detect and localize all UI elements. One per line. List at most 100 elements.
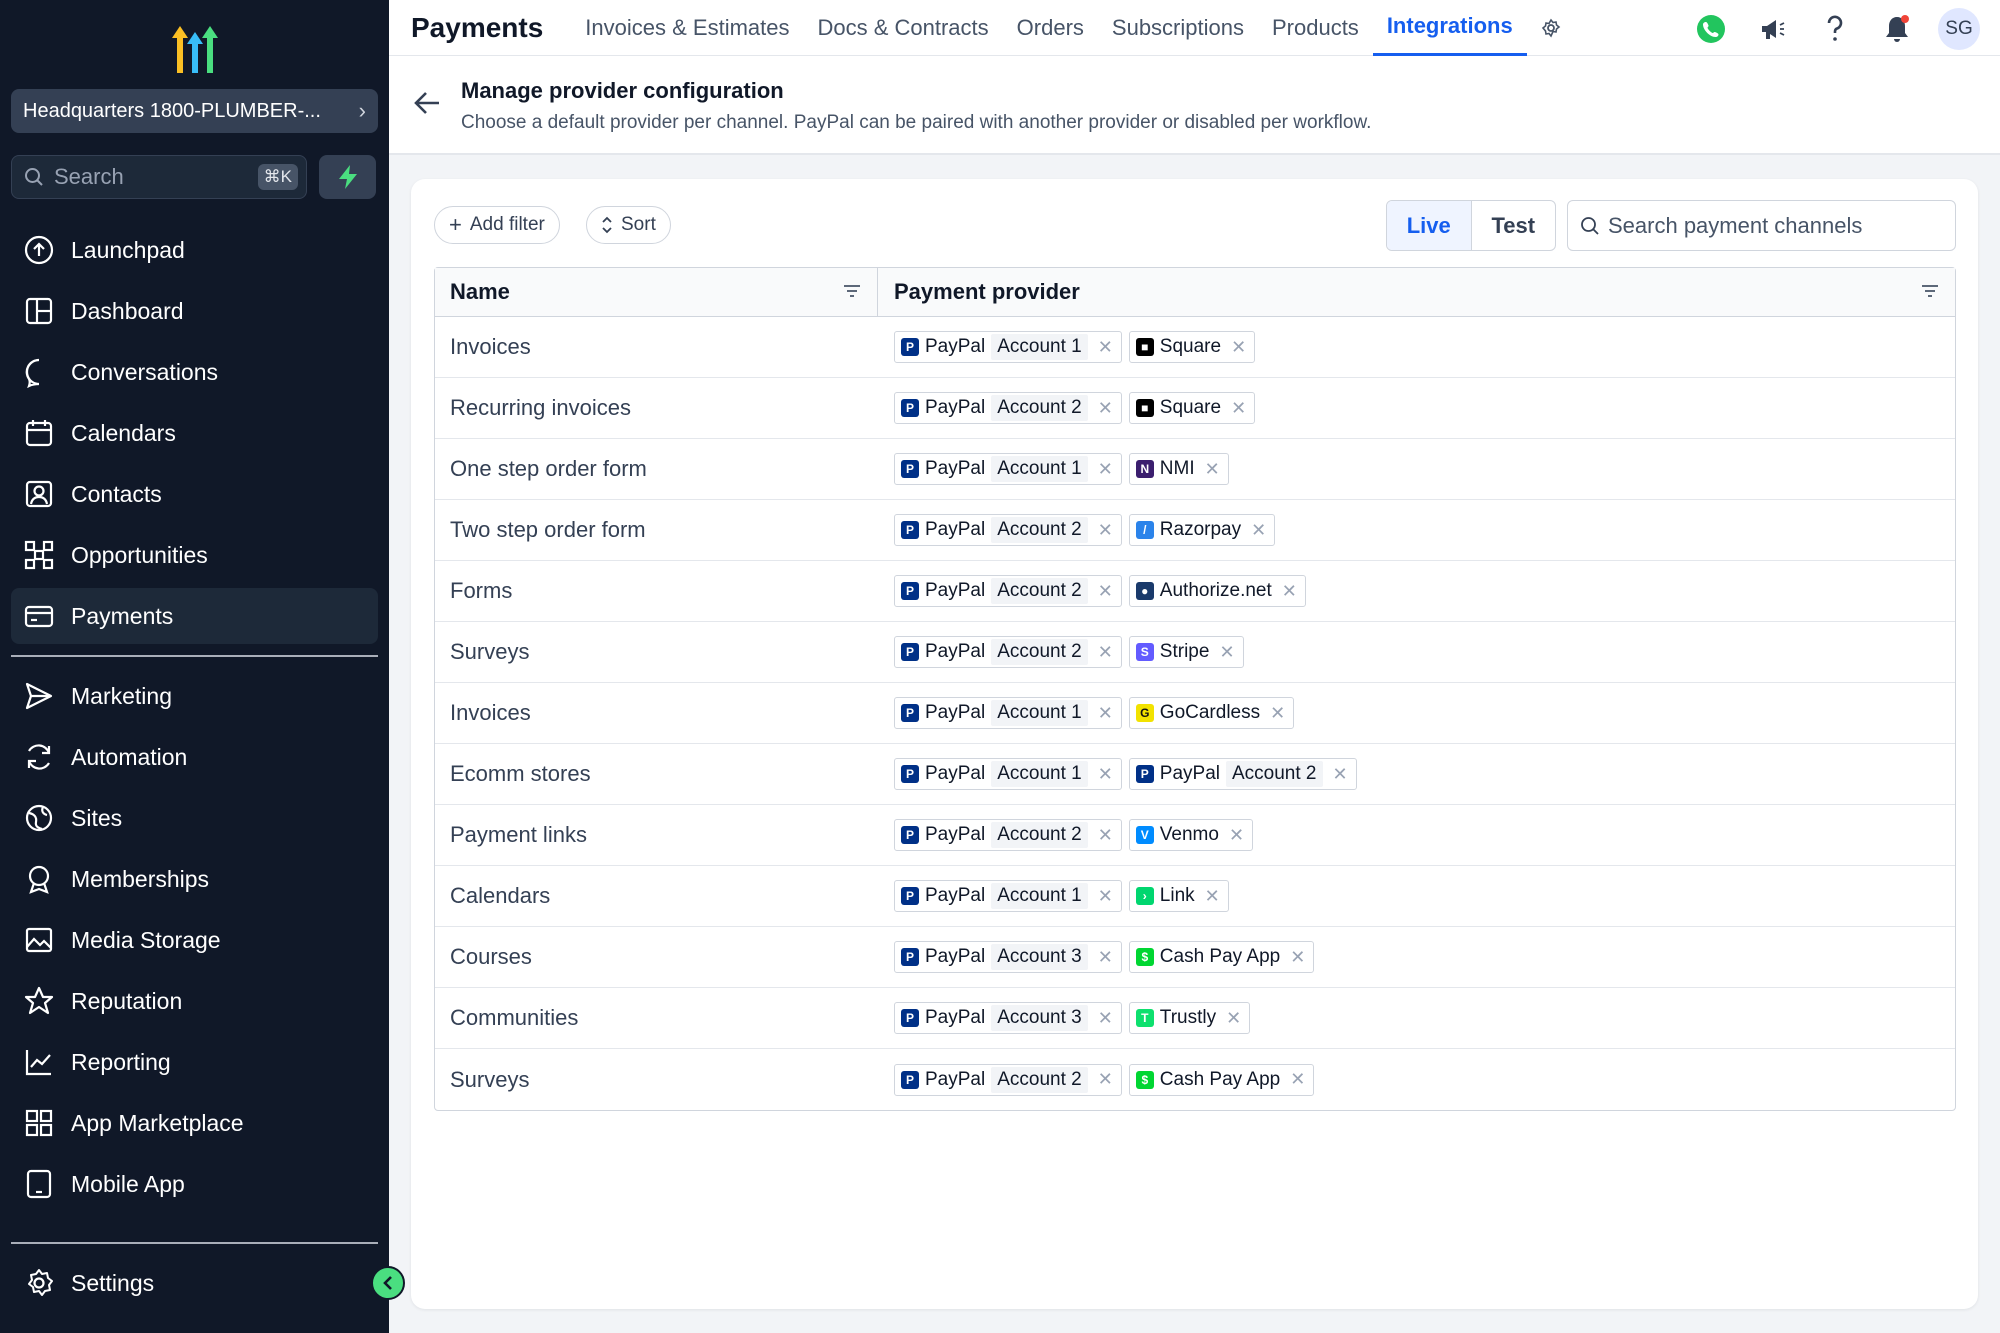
- provider-chip-secondary[interactable]: V Venmo ✕: [1128, 819, 1254, 851]
- notifications-button[interactable]: [1876, 8, 1918, 50]
- sidebar-search-input[interactable]: Search ⌘K: [11, 155, 307, 199]
- provider-name: PayPal: [925, 885, 986, 906]
- provider-chip-paypal[interactable]: P PayPal Account 2 ✕: [894, 575, 1122, 607]
- remove-icon[interactable]: ✕: [1231, 337, 1246, 358]
- remove-icon[interactable]: ✕: [1205, 459, 1220, 480]
- provider-chip-secondary[interactable]: $ Cash Pay App ✕: [1128, 1063, 1315, 1096]
- provider-chip-secondary[interactable]: G GoCardless ✕: [1128, 697, 1295, 729]
- sidebar-item-payments[interactable]: Payments: [11, 588, 378, 644]
- sidebar-item-mobile-app[interactable]: Mobile App: [11, 1156, 378, 1212]
- remove-icon[interactable]: ✕: [1282, 581, 1297, 602]
- remove-icon[interactable]: ✕: [1098, 520, 1113, 541]
- add-filter-button[interactable]: + Add filter: [434, 206, 560, 244]
- sidebar-item-media-storage[interactable]: Media Storage: [11, 912, 378, 968]
- sidebar-item-reporting[interactable]: Reporting: [11, 1034, 378, 1090]
- provider-chip-paypal[interactable]: P PayPal Account 3 ✕: [894, 941, 1122, 973]
- user-avatar[interactable]: SG: [1938, 8, 1980, 50]
- announcements-button[interactable]: [1752, 8, 1794, 50]
- provider-chip-paypal[interactable]: P PayPal Account 2 ✕: [894, 636, 1122, 668]
- sidebar-item-app-marketplace[interactable]: App Marketplace: [11, 1095, 378, 1151]
- remove-icon[interactable]: ✕: [1226, 1008, 1241, 1029]
- phone-button[interactable]: [1690, 8, 1732, 50]
- remove-icon[interactable]: ✕: [1290, 947, 1305, 968]
- tab-invoices-estimates[interactable]: Invoices & Estimates: [571, 0, 803, 56]
- app-logo-icon[interactable]: [168, 24, 222, 74]
- remove-icon[interactable]: ✕: [1098, 825, 1113, 846]
- column-filter-icon[interactable]: [843, 284, 861, 298]
- sidebar-item-sites[interactable]: Sites: [11, 790, 378, 846]
- tab-subscriptions[interactable]: Subscriptions: [1098, 0, 1258, 56]
- remove-icon[interactable]: ✕: [1270, 703, 1285, 724]
- sidebar-item-launchpad[interactable]: Launchpad: [11, 222, 378, 278]
- provider-chip-paypal[interactable]: P PayPal Account 1 ✕: [894, 331, 1122, 363]
- tab-docs-contracts[interactable]: Docs & Contracts: [803, 0, 1002, 56]
- remove-icon[interactable]: ✕: [1098, 947, 1113, 968]
- sidebar-item-marketing[interactable]: Marketing: [11, 668, 378, 724]
- remove-icon[interactable]: ✕: [1098, 1069, 1113, 1090]
- sidebar-item-contacts[interactable]: Contacts: [11, 466, 378, 522]
- remove-icon[interactable]: ✕: [1098, 337, 1113, 358]
- provider-chip-secondary[interactable]: ■ Square ✕: [1128, 331, 1256, 363]
- provider-chip-paypal[interactable]: P PayPal Account 3 ✕: [894, 1002, 1122, 1034]
- help-icon: [1827, 15, 1843, 41]
- remove-icon[interactable]: ✕: [1229, 825, 1244, 846]
- provider-chip-secondary[interactable]: $ Cash Pay App ✕: [1128, 941, 1315, 973]
- provider-chip-secondary[interactable]: ■ Square ✕: [1128, 392, 1256, 424]
- column-name-label: Name: [450, 279, 510, 304]
- quick-actions-button[interactable]: [319, 155, 376, 199]
- remove-icon[interactable]: ✕: [1098, 581, 1113, 602]
- sidebar-item-reputation[interactable]: Reputation: [11, 973, 378, 1029]
- launchpad-icon: [24, 235, 54, 265]
- remove-icon[interactable]: ✕: [1333, 764, 1348, 785]
- remove-icon[interactable]: ✕: [1098, 642, 1113, 663]
- provider-chip-paypal[interactable]: P PayPal Account 2 ✕: [894, 514, 1122, 546]
- provider-chip-secondary[interactable]: P PayPal Account 2 ✕: [1128, 758, 1357, 790]
- tab-settings[interactable]: [1527, 0, 1575, 56]
- sidebar-item-opportunities[interactable]: Opportunities: [11, 527, 378, 583]
- location-switcher[interactable]: Headquarters 1800-PLUMBER-... ›: [11, 89, 378, 133]
- remove-icon[interactable]: ✕: [1205, 886, 1220, 907]
- provider-chip-paypal[interactable]: P PayPal Account 1 ✕: [894, 880, 1122, 912]
- provider-chip-paypal[interactable]: P PayPal Account 2 ✕: [894, 819, 1122, 851]
- remove-icon[interactable]: ✕: [1098, 886, 1113, 907]
- tab-orders[interactable]: Orders: [1003, 0, 1098, 56]
- sidebar-item-settings[interactable]: Settings: [11, 1255, 378, 1311]
- mode-live-button[interactable]: Live: [1387, 201, 1472, 250]
- remove-icon[interactable]: ✕: [1098, 703, 1113, 724]
- sidebar-item-automation[interactable]: Automation: [11, 729, 378, 785]
- sidebar-item-memberships[interactable]: Memberships: [11, 851, 378, 907]
- provider-chip-secondary[interactable]: N NMI ✕: [1128, 453, 1229, 485]
- remove-icon[interactable]: ✕: [1290, 1069, 1305, 1090]
- sidebar-item-conversations[interactable]: Conversations: [11, 344, 378, 400]
- mode-test-button[interactable]: Test: [1472, 201, 1556, 250]
- provider-chip-secondary[interactable]: T Trustly ✕: [1128, 1002, 1251, 1034]
- remove-icon[interactable]: ✕: [1098, 764, 1113, 785]
- provider-chip-secondary[interactable]: S Stripe ✕: [1128, 636, 1244, 668]
- sort-button[interactable]: Sort: [586, 206, 671, 244]
- remove-icon[interactable]: ✕: [1098, 398, 1113, 419]
- sidebar-item-calendars[interactable]: Calendars: [11, 405, 378, 461]
- provider-chip-secondary[interactable]: ● Authorize.net ✕: [1128, 575, 1306, 607]
- provider-chip-paypal[interactable]: P PayPal Account 1 ✕: [894, 453, 1122, 485]
- column-filter-icon[interactable]: [1921, 284, 1939, 298]
- remove-icon[interactable]: ✕: [1231, 398, 1246, 419]
- provider-chip-paypal[interactable]: P PayPal Account 2 ✕: [894, 1063, 1122, 1096]
- collapse-sidebar-button[interactable]: [371, 1266, 405, 1300]
- provider-chip-secondary[interactable]: / Razorpay ✕: [1128, 514, 1276, 546]
- remove-icon[interactable]: ✕: [1251, 520, 1266, 541]
- search-icon: [1581, 216, 1599, 235]
- provider-chip-secondary[interactable]: › Link ✕: [1128, 880, 1229, 912]
- remove-icon[interactable]: ✕: [1098, 459, 1113, 480]
- provider-chip-paypal[interactable]: P PayPal Account 2 ✕: [894, 392, 1122, 424]
- tab-products[interactable]: Products: [1258, 0, 1373, 56]
- remove-icon[interactable]: ✕: [1098, 1008, 1113, 1029]
- remove-icon[interactable]: ✕: [1219, 642, 1234, 663]
- sidebar-item-dashboard[interactable]: Dashboard: [11, 283, 378, 339]
- provider-chip-paypal[interactable]: P PayPal Account 1 ✕: [894, 697, 1122, 729]
- paypal-logo-icon: P: [901, 399, 919, 417]
- provider-chip-paypal[interactable]: P PayPal Account 1 ✕: [894, 758, 1122, 790]
- channel-search-input[interactable]: Search payment channels: [1567, 200, 1956, 251]
- help-button[interactable]: [1814, 8, 1856, 50]
- back-arrow-icon[interactable]: [413, 90, 441, 116]
- tab-integrations[interactable]: Integrations: [1372, 0, 1527, 56]
